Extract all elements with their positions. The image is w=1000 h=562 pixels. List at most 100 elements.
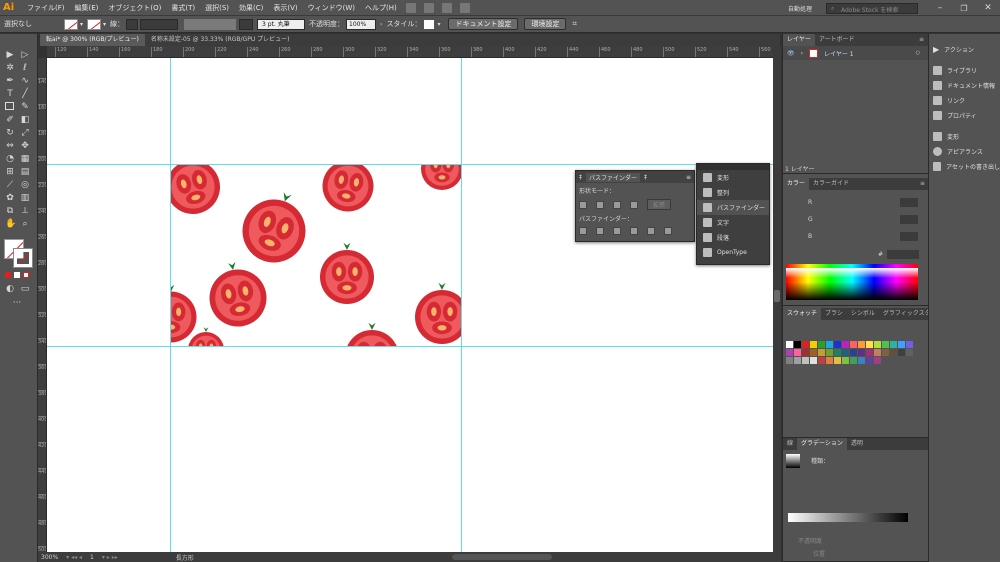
guide-vertical[interactable] <box>461 58 462 552</box>
preferences-button[interactable]: 環境設定 <box>524 18 567 30</box>
color-swatch[interactable] <box>874 357 881 364</box>
zoom-tool-icon[interactable]: ⌕ <box>20 219 30 229</box>
color-swatch[interactable] <box>802 357 809 364</box>
restore-icon[interactable]: ❐ <box>952 4 976 13</box>
type-tool-icon[interactable]: T <box>5 89 15 99</box>
color-swatch[interactable] <box>874 349 881 356</box>
layer-name[interactable]: レイヤー 1 <box>824 49 854 58</box>
stroke-swatch[interactable] <box>13 248 33 268</box>
menu-help[interactable]: ヘルプ(H) <box>360 3 402 13</box>
color-swatch[interactable] <box>842 349 849 356</box>
menu-file[interactable]: ファイル(F) <box>22 3 70 13</box>
dock-actions[interactable]: ▶ アクション <box>933 42 1000 57</box>
minus-front-icon[interactable] <box>596 200 604 209</box>
gradient-thumbnail[interactable] <box>786 454 800 468</box>
color-swatch[interactable] <box>858 357 865 364</box>
variable-width-profile[interactable] <box>184 18 237 30</box>
mesh-icon[interactable]: ⊞ <box>5 167 15 177</box>
dock-asset-export[interactable]: アセットの書き出し <box>933 159 1000 174</box>
perspective-grid-icon[interactable]: ▦ <box>20 154 30 164</box>
color-swatch[interactable] <box>866 357 873 364</box>
draw-mode-icon[interactable]: ◐ <box>5 284 15 294</box>
layer-row[interactable]: 👁 › レイヤー 1 ○ <box>783 46 928 60</box>
direct-selection-tool-icon[interactable]: ▷ <box>20 50 30 60</box>
color-swatch[interactable] <box>818 341 825 348</box>
color-swatch[interactable] <box>890 341 897 348</box>
outline-icon[interactable] <box>647 227 655 235</box>
align-tab-icon[interactable]: ‡ <box>644 174 647 181</box>
intersect-icon[interactable] <box>613 200 621 209</box>
dock-transform[interactable]: 変形 <box>697 170 769 185</box>
color-swatch[interactable] <box>842 341 849 348</box>
gradient-slider[interactable] <box>788 513 908 522</box>
dock-transform-panel[interactable]: 変形 <box>933 129 1000 144</box>
color-swatch[interactable] <box>834 357 841 364</box>
color-swatch[interactable] <box>794 349 801 356</box>
none-mode-icon[interactable] <box>23 272 29 278</box>
rectangle-tool-icon[interactable] <box>5 102 14 110</box>
expand-arrow-icon[interactable]: › <box>801 50 803 57</box>
expand-button[interactable]: 拡張 <box>647 199 672 210</box>
graph-tool-icon[interactable]: ▥ <box>20 193 30 203</box>
menu-object[interactable]: オブジェクト(O) <box>103 3 166 13</box>
channel-g-input[interactable] <box>900 215 918 224</box>
stroke-weight-select[interactable] <box>140 18 179 30</box>
artboard-tool-icon[interactable]: ⧉ <box>5 206 15 216</box>
color-swatch[interactable] <box>874 341 881 348</box>
color-swatch[interactable] <box>890 349 897 356</box>
color-swatch[interactable] <box>810 349 817 356</box>
blob-brush-icon[interactable]: ✐ <box>5 115 15 125</box>
crop-icon[interactable] <box>630 227 638 235</box>
scale-icon[interactable]: ⤢ <box>20 128 30 138</box>
slice-icon[interactable]: ⟂ <box>20 206 30 216</box>
color-swatch[interactable] <box>826 357 833 364</box>
swatch-grid[interactable] <box>786 341 918 364</box>
tab-stroke[interactable]: 線 <box>783 438 797 450</box>
tab-gradient[interactable]: グラデーション <box>797 438 847 450</box>
stroke-control[interactable]: ▾ <box>87 18 106 30</box>
menu-select[interactable]: 選択(S) <box>200 3 234 13</box>
menu-window[interactable]: ウィンドウ(W) <box>303 3 360 13</box>
dock-align[interactable]: 整列 <box>697 185 769 200</box>
color-swatch[interactable] <box>850 349 857 356</box>
color-swatch[interactable] <box>866 341 873 348</box>
vertical-scrollbar[interactable] <box>773 46 781 552</box>
color-swatch[interactable] <box>818 357 825 364</box>
color-mode-icon[interactable] <box>5 272 11 278</box>
canvas[interactable] <box>47 58 773 552</box>
dock-links[interactable]: リンク <box>933 93 1000 108</box>
color-swatch[interactable] <box>906 341 913 348</box>
tab-document-1[interactable]: 転ai* @ 300% (RGB/プレビュー) <box>40 34 145 46</box>
line-tool-icon[interactable]: ╱ <box>20 89 30 99</box>
color-swatch[interactable] <box>810 357 817 364</box>
zoom-level[interactable]: 300% <box>41 554 58 561</box>
hand-tool-icon[interactable]: ✋ <box>5 219 16 229</box>
merge-icon[interactable] <box>613 227 621 235</box>
dock-libraries[interactable]: ライブラリ <box>933 63 1000 78</box>
pen-tool-icon[interactable]: ✒ <box>5 76 15 86</box>
bridge-icon[interactable] <box>405 2 416 13</box>
color-swatch[interactable] <box>786 341 793 348</box>
color-swatch[interactable] <box>882 341 889 348</box>
color-swatch[interactable] <box>810 341 817 348</box>
graphic-style-swatch[interactable] <box>423 18 436 30</box>
profile-dropdown[interactable] <box>239 18 254 30</box>
arrange-docs-icon[interactable] <box>441 2 452 13</box>
unite-icon[interactable] <box>579 200 587 209</box>
tab-transparency[interactable]: 透明 <box>847 438 867 450</box>
tab-artboards[interactable]: アートボード <box>815 34 859 46</box>
artboard-number[interactable]: 1 <box>90 554 94 561</box>
divide-icon[interactable] <box>579 227 587 235</box>
minus-back-icon[interactable] <box>664 227 672 235</box>
tab-brushes[interactable]: ブラシ <box>821 308 847 320</box>
color-swatch[interactable] <box>786 357 793 364</box>
color-swatch[interactable] <box>826 341 833 348</box>
fill-control[interactable]: ▾ <box>64 18 83 30</box>
tab-pathfinder[interactable]: パスファインダー <box>586 172 641 182</box>
color-swatch[interactable] <box>802 349 809 356</box>
dock-pathfinder[interactable]: パスファインダー <box>697 200 769 215</box>
color-swatch[interactable] <box>842 357 849 364</box>
color-swatch[interactable] <box>786 349 793 356</box>
puppet-warp-icon[interactable]: ✥ <box>20 141 30 151</box>
shape-builder-icon[interactable]: ◔ <box>5 154 15 164</box>
